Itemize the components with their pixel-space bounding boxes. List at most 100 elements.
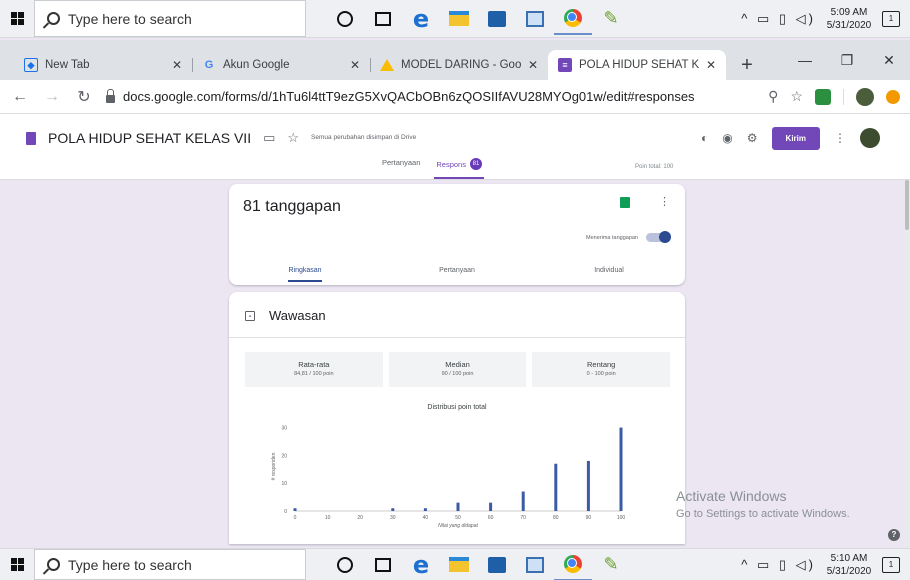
toolbar-right: ⚲ ☆ <box>768 87 900 106</box>
notification-count: 1 <box>888 559 894 569</box>
system-tray: ^ ▭ ▯ ◁) 5:10 AM 5/31/2020 1 <box>741 549 910 580</box>
edge-icon[interactable]: e <box>402 549 440 580</box>
forms-header-row: POLA HIDUP SEHAT KELAS VII ▭ ☆ Semua per… <box>26 122 880 154</box>
page-scrollbar[interactable] <box>904 180 910 548</box>
x-tick-label: 30 <box>390 515 396 521</box>
send-button[interactable]: Kirim <box>771 126 820 150</box>
url-field[interactable]: docs.google.com/forms/d/1hTu6l4ttT9ezG5X… <box>106 84 756 110</box>
tray-icons[interactable]: ^ ▭ ▯ ◁) <box>741 557 816 573</box>
bar <box>423 508 427 511</box>
y-tick-label: 20 <box>281 453 287 459</box>
extension-icon[interactable] <box>815 88 831 105</box>
file-explorer-icon[interactable] <box>440 549 478 580</box>
browser-tab-model-daring[interactable]: MODEL DARING - Googl ✕ <box>370 50 548 80</box>
photos-icon[interactable] <box>516 3 554 35</box>
zoom-search-icon[interactable]: ⚲ <box>768 88 778 105</box>
new-tab-icon: ◆ <box>24 58 38 72</box>
form-title[interactable]: POLA HIDUP SEHAT KELAS VII <box>48 130 251 146</box>
tab-responses[interactable]: Respons 81 <box>434 153 484 179</box>
close-tab-icon[interactable]: ✕ <box>528 58 538 72</box>
task-view-icon[interactable] <box>364 549 402 580</box>
clock[interactable]: 5:10 AM 5/31/2020 <box>824 552 874 578</box>
y-tick-label: 10 <box>281 481 287 487</box>
new-tab-button[interactable]: + <box>732 50 762 80</box>
windows-start-button[interactable] <box>0 549 34 580</box>
responses-summary-card: 81 tanggapan ⋮ Menerima tanggapan Ringka… <box>229 184 685 285</box>
minimize-icon[interactable]: — <box>784 40 826 80</box>
close-tab-icon[interactable]: ✕ <box>172 58 182 72</box>
scrollbar-thumb[interactable] <box>905 180 909 230</box>
edge-icon[interactable]: e <box>402 3 440 35</box>
store-icon[interactable] <box>478 549 516 580</box>
x-axis-label: Nilai yang didapat <box>438 523 478 529</box>
stat-average: Rata-rata 84,81 / 100 poin <box>245 352 383 387</box>
paint-icon[interactable]: ✎ <box>592 3 630 35</box>
sheets-icon[interactable] <box>620 197 630 208</box>
paint-icon[interactable]: ✎ <box>592 549 630 580</box>
avatar[interactable] <box>860 128 880 148</box>
browser-tab-new-tab[interactable]: ◆ New Tab ✕ <box>14 50 192 80</box>
browser-tabstrip: ◆ New Tab ✕ G Akun Google ✕ MODEL DARING… <box>0 40 910 80</box>
stat-label: Median <box>445 360 470 369</box>
update-alert-icon[interactable] <box>886 89 900 104</box>
responses-menu-icon[interactable]: ⋮ <box>659 195 670 208</box>
file-explorer-icon[interactable] <box>440 3 478 35</box>
watermark-line2: Go to Settings to activate Windows. <box>676 508 850 520</box>
help-icon[interactable]: ? <box>888 529 900 541</box>
close-window-icon[interactable]: ✕ <box>868 40 910 80</box>
taskbar-search-box[interactable]: Type here to search <box>34 0 306 37</box>
save-status: Semua perubahan disimpan di Drive <box>311 134 417 141</box>
palette-icon[interactable]: ◐ <box>701 131 708 145</box>
bar <box>619 427 623 511</box>
folder-icon[interactable]: ▭ <box>263 130 275 146</box>
task-view-icon[interactable] <box>364 3 402 35</box>
bookmark-star-icon[interactable]: ☆ <box>790 88 803 105</box>
subtab-summary[interactable]: Ringkasan <box>229 257 381 285</box>
restore-icon[interactable]: ❐ <box>826 40 868 80</box>
cortana-icon[interactable] <box>326 3 364 35</box>
star-icon[interactable]: ☆ <box>287 130 299 146</box>
notification-count: 1 <box>888 13 894 23</box>
subtab-individual[interactable]: Individual <box>533 257 685 285</box>
browser-tab-pola-hidup-sehat[interactable]: ≡ POLA HIDUP SEHAT KELA ✕ <box>548 50 726 80</box>
form-tabs: Pertanyaan Respons 81 <box>380 153 484 179</box>
stat-median: Median 90 / 100 poin <box>388 352 527 387</box>
forms-logo-icon[interactable] <box>26 131 36 145</box>
settings-gear-icon[interactable]: ⚙ <box>747 131 758 145</box>
window-controls: — ❐ ✕ <box>784 40 910 80</box>
tab-questions[interactable]: Pertanyaan <box>380 153 422 179</box>
tab-questions-label: Pertanyaan <box>382 158 421 167</box>
x-tick-label: 20 <box>357 515 363 521</box>
tab-label: MODEL DARING - Googl <box>401 59 521 71</box>
chrome-icon[interactable] <box>554 3 592 35</box>
forward-icon[interactable]: → <box>42 88 62 106</box>
clock[interactable]: 5:09 AM 5/31/2020 <box>824 6 874 32</box>
notification-icon[interactable]: 1 <box>882 556 900 573</box>
insights-stats: Rata-rata 84,81 / 100 poin Median 90 / 1… <box>245 352 671 387</box>
form-actions: ◐ ◉ ⚙ Kirim ⋮ <box>701 126 880 150</box>
cortana-icon[interactable] <box>326 549 364 580</box>
stat-label: Rata-rata <box>298 360 330 369</box>
preview-eye-icon[interactable]: ◉ <box>722 131 732 145</box>
close-tab-icon[interactable]: ✕ <box>350 58 360 72</box>
back-icon[interactable]: ← <box>10 88 30 106</box>
more-options-icon[interactable]: ⋮ <box>834 131 846 145</box>
x-tick-label: 50 <box>455 515 461 521</box>
tab-label: Akun Google <box>223 59 290 71</box>
browser-tab-google-account[interactable]: G Akun Google ✕ <box>192 50 370 80</box>
profile-avatar-icon[interactable] <box>856 87 874 106</box>
forms-header: POLA HIDUP SEHAT KELAS VII ▭ ☆ Semua per… <box>0 114 910 180</box>
notification-icon[interactable]: 1 <box>882 10 900 27</box>
chrome-icon[interactable] <box>554 549 592 580</box>
photos-icon[interactable] <box>516 549 554 580</box>
windows-start-button[interactable] <box>0 0 34 37</box>
taskbar-search-box[interactable]: Type here to search <box>34 549 306 580</box>
reload-icon[interactable]: ↻ <box>74 87 94 107</box>
accepting-responses-toggle[interactable] <box>646 231 671 243</box>
store-icon[interactable] <box>478 3 516 35</box>
close-tab-icon[interactable]: ✕ <box>706 58 716 72</box>
subtab-summary-label: Ringkasan <box>288 267 322 282</box>
clock-date: 5/31/2020 <box>826 565 872 577</box>
subtab-question[interactable]: Pertanyaan <box>381 257 533 285</box>
tray-icons[interactable]: ^ ▭ ▯ ◁) <box>741 11 816 27</box>
